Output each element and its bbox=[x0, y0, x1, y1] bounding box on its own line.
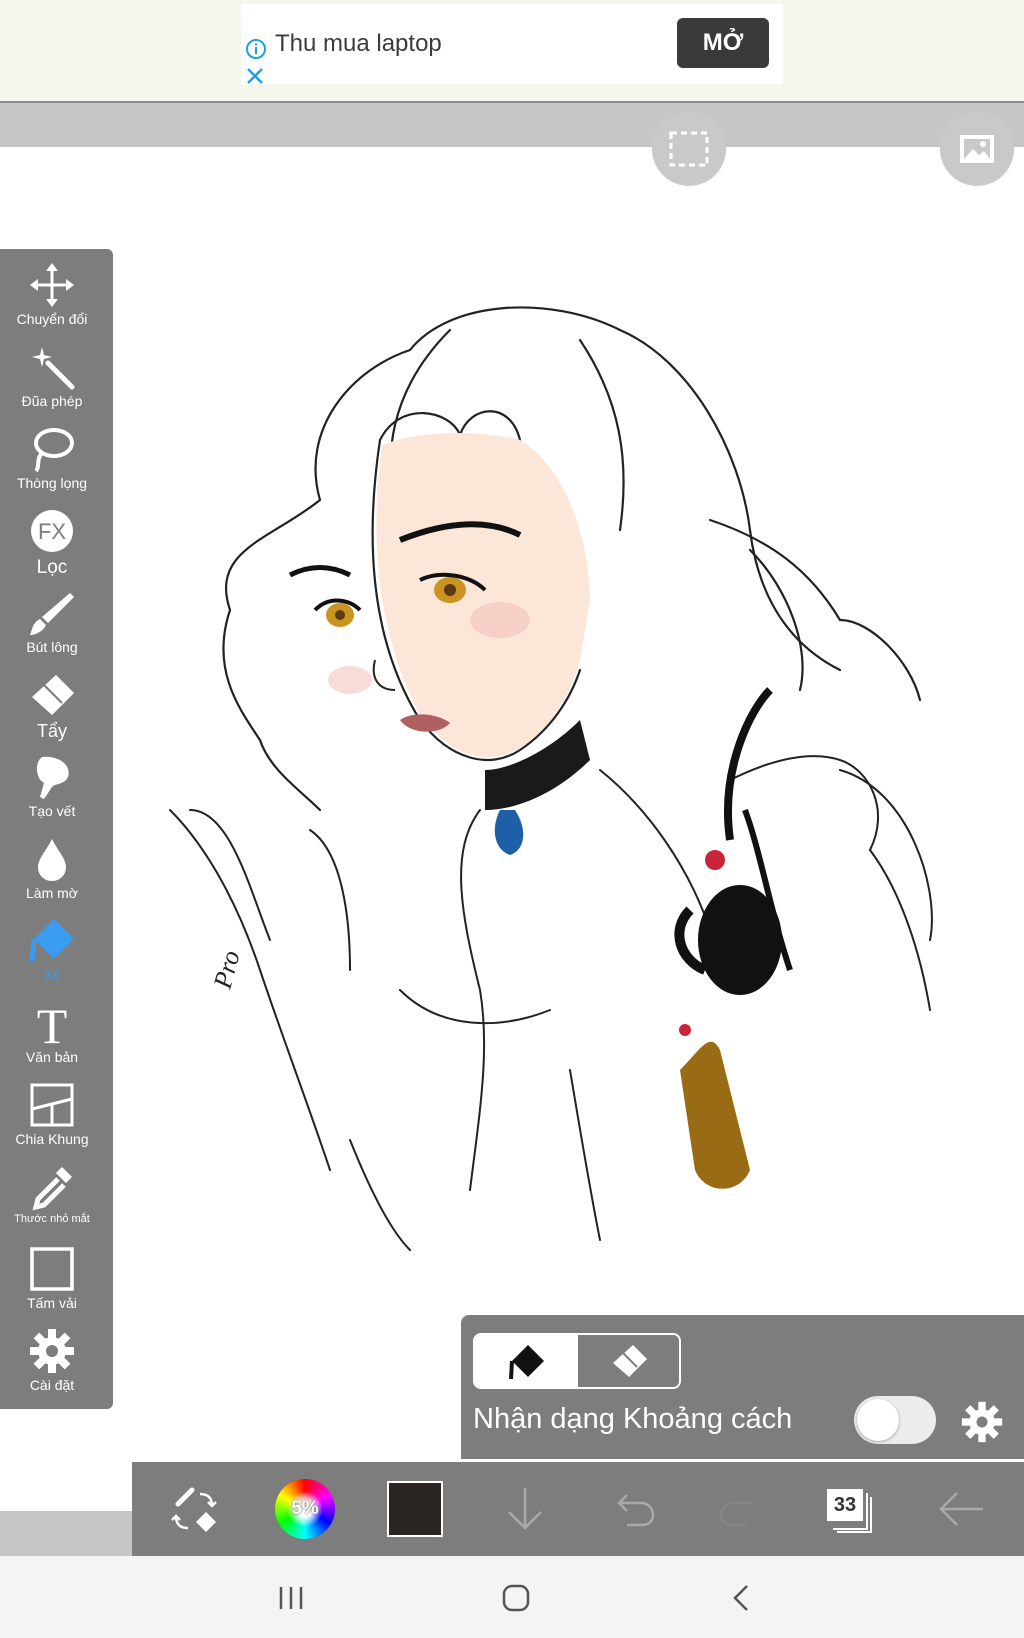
lasso-icon bbox=[34, 428, 74, 473]
tool-blur[interactable]: Làm mờ bbox=[0, 831, 104, 911]
magic-wand-icon bbox=[32, 347, 75, 390]
tool-settings[interactable]: Cài đặt bbox=[0, 1323, 104, 1403]
frame-divider-icon bbox=[30, 1083, 74, 1127]
bucket-options-panel: Nhận dạng Khoảng cách bbox=[461, 1315, 1024, 1459]
current-color-swatch bbox=[387, 1481, 443, 1537]
ad-open-button[interactable]: MỞ bbox=[677, 18, 769, 68]
move-icon bbox=[30, 263, 74, 307]
arrow-down-icon bbox=[508, 1488, 542, 1530]
svg-text:T: T bbox=[37, 999, 68, 1047]
swap-brush-eraser-button[interactable] bbox=[160, 1462, 230, 1556]
undo-button[interactable] bbox=[598, 1462, 668, 1556]
reference-image-icon bbox=[960, 135, 994, 163]
smudge-icon bbox=[36, 756, 69, 799]
tool-brush[interactable]: Bút lông bbox=[0, 585, 104, 665]
system-nav-bar bbox=[0, 1556, 1024, 1638]
tool-label: Đũa phép bbox=[21, 393, 83, 409]
tool-eraser[interactable]: Tẩy bbox=[0, 667, 104, 747]
undo-icon bbox=[617, 1494, 655, 1527]
tool-transform[interactable]: Chuyển đổi bbox=[0, 257, 104, 337]
mode-segmented-control bbox=[473, 1333, 681, 1389]
tool-label: Tấm vải bbox=[27, 1295, 77, 1311]
canvas-top-bar bbox=[0, 103, 1024, 147]
toggle-knob bbox=[857, 1399, 899, 1441]
selection-icon bbox=[669, 131, 709, 167]
fx-filter-icon: FX bbox=[31, 510, 73, 552]
tool-label: Tẩy bbox=[36, 721, 67, 741]
tool-label: Tạo vết bbox=[28, 803, 76, 819]
tool-label: Văn bản bbox=[25, 1049, 79, 1065]
artist-signature: Pro bbox=[208, 947, 246, 992]
spacing-detection-toggle[interactable] bbox=[854, 1396, 936, 1444]
color-wheel-button[interactable]: 5% bbox=[270, 1462, 340, 1556]
ad-banner: Thu mua laptop MỞ bbox=[0, 0, 1024, 103]
eraser-icon bbox=[612, 1345, 647, 1377]
tool-filter[interactable]: FX Lọc bbox=[0, 503, 104, 583]
artwork-drawing: Pro bbox=[169, 306, 933, 1251]
tool-label: Xô bbox=[43, 967, 61, 983]
redo-icon bbox=[719, 1501, 753, 1527]
fill-icon bbox=[508, 1345, 544, 1380]
layer-count: 33 bbox=[827, 1489, 863, 1521]
text-icon: T bbox=[37, 999, 68, 1047]
download-button[interactable] bbox=[490, 1462, 560, 1556]
layers-button[interactable]: 33 bbox=[814, 1462, 884, 1556]
tool-label: Cài đặt bbox=[29, 1377, 75, 1393]
tool-label: Thòng lọng bbox=[16, 475, 88, 491]
tool-lasso[interactable]: Thòng lọng bbox=[0, 421, 104, 501]
tool-label: Chuyển đổi bbox=[16, 311, 88, 327]
redo-button[interactable] bbox=[706, 1462, 776, 1556]
canvas-icon bbox=[30, 1247, 74, 1291]
tool-label: Bút lông bbox=[26, 639, 78, 655]
spacing-detection-label: Nhận dạng Khoảng cách bbox=[473, 1403, 793, 1435]
blur-drop-icon bbox=[38, 839, 66, 881]
back-icon bbox=[733, 1585, 748, 1611]
eraser-mode-button[interactable] bbox=[576, 1335, 679, 1387]
current-color-button[interactable] bbox=[380, 1462, 450, 1556]
home-icon bbox=[502, 1584, 530, 1612]
tool-text[interactable]: T Văn bản bbox=[0, 995, 104, 1075]
eyedropper-icon bbox=[32, 1167, 72, 1211]
tool-smudge[interactable]: Tạo vết bbox=[0, 749, 104, 829]
home-button[interactable] bbox=[491, 1576, 541, 1620]
fill-mode-button[interactable] bbox=[475, 1335, 576, 1387]
nav-back-button[interactable] bbox=[716, 1576, 766, 1620]
recents-button[interactable] bbox=[266, 1576, 316, 1620]
gear-icon[interactable] bbox=[960, 1400, 1004, 1444]
arrow-left-icon bbox=[939, 1492, 983, 1526]
recents-icon bbox=[279, 1587, 303, 1609]
reference-image-button[interactable] bbox=[940, 112, 1014, 186]
bucket-icon bbox=[29, 919, 74, 962]
brush-size-text: 5% bbox=[291, 1498, 319, 1519]
brush-icon bbox=[30, 593, 74, 635]
tool-magic-wand[interactable]: Đũa phép bbox=[0, 339, 104, 419]
ad-text: Thu mua laptop bbox=[275, 30, 442, 57]
svg-text:FX: FX bbox=[38, 519, 66, 544]
tool-bucket[interactable]: Xô bbox=[0, 913, 104, 993]
tool-eyedropper[interactable]: Thước nhỏ mắt bbox=[0, 1159, 104, 1239]
tool-frame-divider[interactable]: Chia Khung bbox=[0, 1077, 104, 1157]
bottom-toolbar: 5% 33 bbox=[132, 1462, 1024, 1556]
tool-label: Chia Khung bbox=[15, 1131, 89, 1147]
selection-button[interactable] bbox=[652, 112, 726, 186]
tool-palette: Chuyển đổi Đũa phép Thòng lọng FX Lọc Bú… bbox=[0, 249, 113, 1409]
close-icon[interactable] bbox=[245, 66, 265, 86]
info-icon bbox=[246, 39, 266, 59]
tool-canvas[interactable]: Tấm vải bbox=[0, 1241, 104, 1321]
tool-label: Thước nhỏ mắt bbox=[14, 1213, 90, 1225]
gear-icon bbox=[30, 1329, 74, 1373]
swap-brush-eraser-icon bbox=[171, 1487, 217, 1532]
ad-box[interactable]: Thu mua laptop MỞ bbox=[241, 4, 783, 84]
tool-label: Làm mờ bbox=[26, 885, 78, 901]
layers-icon: 33 bbox=[825, 1485, 873, 1533]
eraser-icon bbox=[32, 675, 74, 715]
tool-label: Lọc bbox=[36, 557, 68, 578]
color-wheel-icon: 5% bbox=[275, 1479, 335, 1539]
back-button[interactable] bbox=[922, 1462, 1002, 1556]
